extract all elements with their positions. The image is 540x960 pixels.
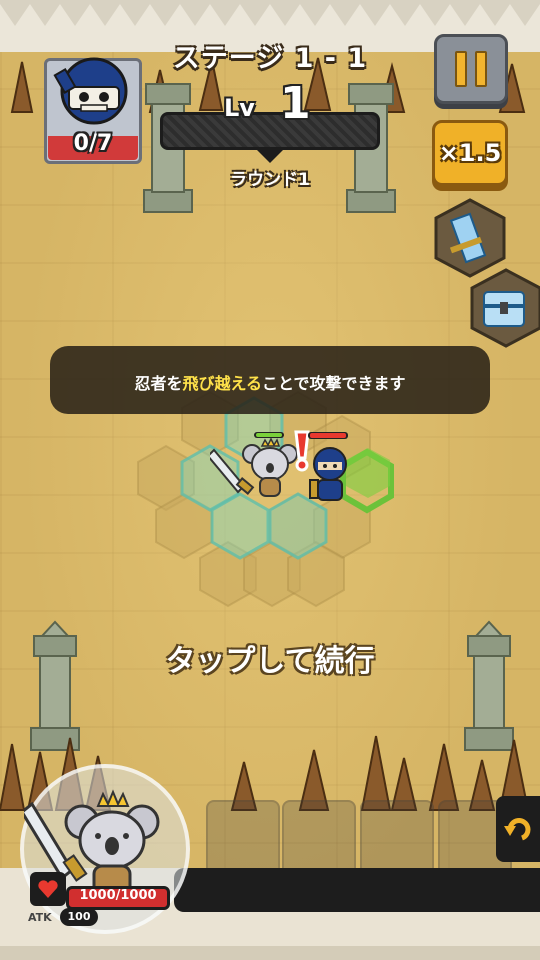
tutorial-message-box: 忍者を飛び越えることで攻撃できます	[50, 346, 490, 414]
tap-to-continue[interactable]: タップして続行	[0, 636, 540, 680]
speed-button[interactable]: ×1.5	[432, 120, 508, 186]
tutorial-highlight: 飛び越える	[182, 374, 262, 393]
enemy-count: 0/7	[73, 131, 113, 156]
hp-heart-box	[30, 872, 66, 906]
hp-text: 1000/1000	[79, 888, 157, 903]
tutorial-text-before: 忍者を	[134, 374, 183, 393]
level-label: Lv	[224, 94, 255, 122]
tutorial-text-after: ことで攻撃できます	[262, 374, 406, 393]
player-koala-sprite	[210, 432, 298, 497]
ninja-skull-icon	[53, 57, 128, 125]
swap-button[interactable]	[496, 796, 540, 862]
atk-label: ATK	[28, 911, 52, 924]
tutorial-text: 忍者を飛び越えることで攻撃できます	[50, 370, 490, 394]
card-tray	[174, 868, 540, 912]
chest-item-button[interactable]	[470, 268, 540, 348]
top-zigzag-decoration	[0, 0, 540, 26]
rotate-arrow-icon	[504, 818, 531, 841]
pause-icon	[455, 51, 467, 87]
enemy-ninja-sprite	[308, 432, 348, 501]
pause-button[interactable]	[434, 34, 508, 104]
bottom-edge	[0, 946, 540, 960]
level-value: 1	[280, 78, 311, 129]
scroll-item-button[interactable]	[434, 198, 506, 278]
pause-icon-bar	[475, 51, 487, 87]
level-indicator: Lv 1	[218, 78, 338, 129]
treasure-chest-icon	[483, 291, 525, 327]
speed-label: ×1.5	[438, 139, 502, 167]
heart-icon	[38, 880, 58, 898]
atk-value: 100	[67, 910, 91, 923]
